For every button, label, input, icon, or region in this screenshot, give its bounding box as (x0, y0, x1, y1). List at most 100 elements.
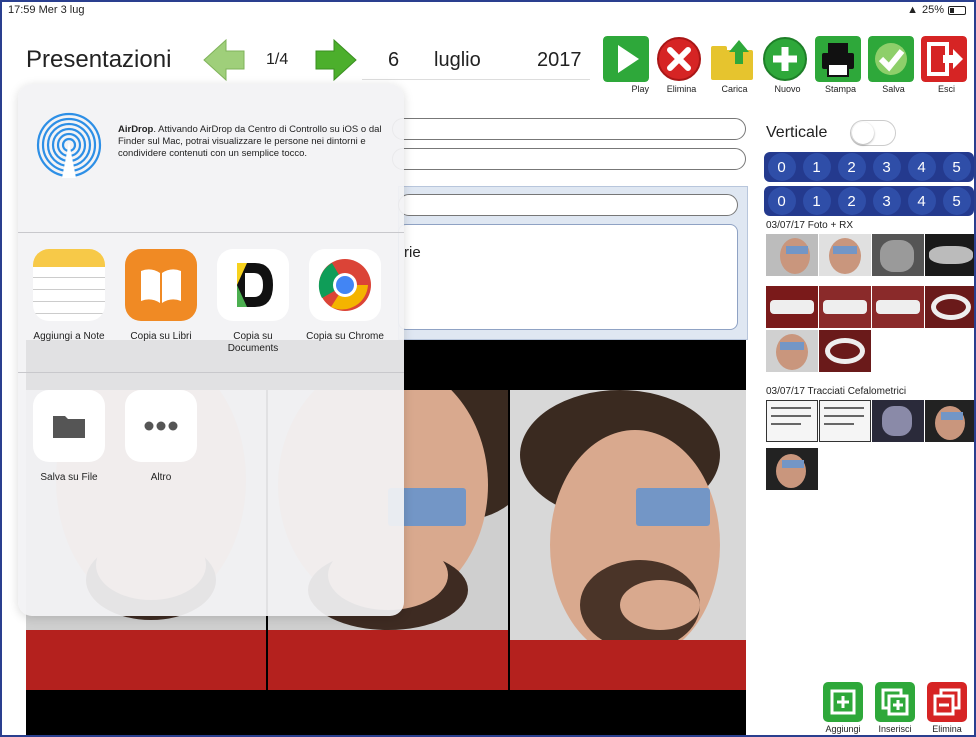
add-button[interactable]: Aggiungi (820, 682, 866, 734)
section-foto-rx-title: 03/07/17 Foto + RX (766, 220, 854, 231)
remove-button[interactable]: Elimina (924, 682, 970, 734)
airdrop-description: AirDrop. Attivando AirDrop da Centro di … (118, 124, 394, 160)
thumbnail[interactable] (872, 400, 924, 442)
num-button[interactable]: 4 (907, 153, 936, 181)
thumbnail[interactable] (925, 400, 974, 442)
num-button[interactable]: 3 (872, 153, 901, 181)
form-field-1[interactable] (392, 118, 746, 140)
plus-icon (763, 37, 807, 81)
action-label: Salva su File (40, 472, 98, 483)
date-year[interactable]: 2017 (537, 49, 582, 72)
chrome-icon (309, 249, 381, 321)
share-app-books[interactable]: Copia su Libri (116, 249, 206, 343)
thumbnail[interactable] (872, 286, 924, 328)
upload-button[interactable]: Carica (708, 36, 761, 96)
save-button[interactable]: Salva (867, 36, 920, 96)
status-bar: 17:59 Mer 3 lug ▲ 25% (2, 2, 974, 20)
delete-label: Elimina (666, 84, 697, 94)
num-button[interactable]: 2 (837, 153, 866, 181)
num-button[interactable]: 5 (942, 187, 971, 215)
thumbnail[interactable] (766, 286, 818, 328)
app-label: Aggiungi a Note (33, 331, 105, 342)
number-row-1: 0 1 2 3 4 5 (764, 152, 974, 182)
remove-label: Elimina (932, 724, 962, 734)
thumbnail[interactable] (819, 286, 871, 328)
thumbnail[interactable] (872, 234, 924, 276)
num-button[interactable]: 4 (907, 187, 936, 215)
notes-textarea[interactable] (398, 224, 738, 330)
previous-arrow-icon[interactable] (202, 38, 246, 82)
divider (18, 372, 404, 373)
date-month[interactable]: luglio (434, 49, 481, 72)
form-field-2[interactable] (392, 148, 746, 170)
insert-label: Inserisci (878, 724, 912, 734)
num-button[interactable]: 0 (767, 187, 796, 215)
next-arrow-icon[interactable] (314, 38, 358, 82)
toolbar: Play Elimina Carica Nuovo Stampa Salva E… (602, 36, 973, 96)
check-icon (868, 36, 914, 82)
status-right: ▲ 25% (907, 4, 966, 16)
folder-icon (33, 390, 105, 462)
exit-button[interactable]: Esci (920, 36, 973, 96)
thumbnail[interactable] (925, 286, 974, 328)
app-label: Copia su Documents (227, 331, 279, 354)
app-window: 17:59 Mer 3 lug ▲ 25% Presentazioni 1/4 … (0, 0, 976, 737)
date-picker[interactable]: 6 luglio 2017 (362, 40, 590, 80)
thumbnail[interactable] (766, 448, 818, 490)
page-counter: 1/4 (266, 51, 289, 68)
section-tracciati-title: 03/07/17 Tracciati Cefalometrici (766, 386, 907, 397)
app-label: Copia su Libri (130, 331, 192, 342)
print-button[interactable]: Stampa (814, 36, 867, 96)
upload-label: Carica (721, 84, 748, 94)
num-button[interactable]: 5 (942, 153, 971, 181)
num-button[interactable]: 1 (802, 153, 831, 181)
status-left: 17:59 Mer 3 lug (8, 4, 84, 16)
date-day[interactable]: 6 (388, 49, 399, 72)
share-action-more[interactable]: Altro (116, 390, 206, 484)
thumbnail[interactable] (766, 330, 818, 372)
play-label: Play (631, 84, 649, 94)
delete-button[interactable]: Elimina (655, 36, 708, 96)
remove-stack-icon (927, 682, 967, 722)
books-icon (125, 249, 197, 321)
new-button[interactable]: Nuovo (761, 36, 814, 96)
share-app-notes[interactable]: Aggiungi a Note (24, 249, 114, 343)
share-sheet: AirDrop. Attivando AirDrop da Centro di … (18, 84, 404, 616)
play-button[interactable]: Play (602, 36, 655, 96)
wifi-icon: ▲ (907, 4, 918, 16)
airdrop-text: . Attivando AirDrop da Centro di Control… (118, 124, 382, 159)
insert-button[interactable]: Inserisci (872, 682, 918, 734)
share-app-chrome[interactable]: Copia su Chrome (300, 249, 390, 343)
num-button[interactable]: 3 (872, 187, 901, 215)
insert-stack-icon (875, 682, 915, 722)
save-label: Salva (882, 84, 905, 94)
num-button[interactable]: 0 (767, 153, 796, 181)
exit-label: Esci (937, 84, 955, 94)
status-time: 17:59 (8, 4, 36, 16)
printer-icon (815, 36, 861, 82)
thumbnail[interactable] (766, 234, 818, 276)
patient-photo-3[interactable] (510, 390, 746, 690)
num-button[interactable]: 1 (802, 187, 831, 215)
num-button[interactable]: 2 (837, 187, 866, 215)
airdrop-title: AirDrop (118, 124, 154, 135)
new-label: Nuovo (774, 84, 801, 94)
thumbnail[interactable] (819, 234, 871, 276)
battery-icon (948, 5, 966, 15)
action-label: Altro (150, 472, 172, 483)
more-icon (125, 390, 197, 462)
status-date: Mer 3 lug (38, 4, 85, 16)
app-label: Copia su Chrome (306, 331, 384, 342)
documents-icon (217, 249, 289, 321)
add-label: Aggiungi (825, 724, 861, 734)
thumbnail[interactable] (819, 330, 871, 372)
verticale-label: Verticale (766, 124, 828, 141)
share-app-documents[interactable]: Copia su Documents (208, 249, 298, 355)
form-field-3[interactable] (398, 194, 738, 216)
thumbnail[interactable] (925, 234, 974, 276)
number-row-2: 0 1 2 3 4 5 (764, 186, 974, 216)
share-action-save-to-files[interactable]: Salva su File (24, 390, 114, 484)
thumbnail[interactable] (766, 400, 818, 442)
verticale-toggle[interactable] (850, 120, 896, 146)
thumbnail[interactable] (819, 400, 871, 442)
